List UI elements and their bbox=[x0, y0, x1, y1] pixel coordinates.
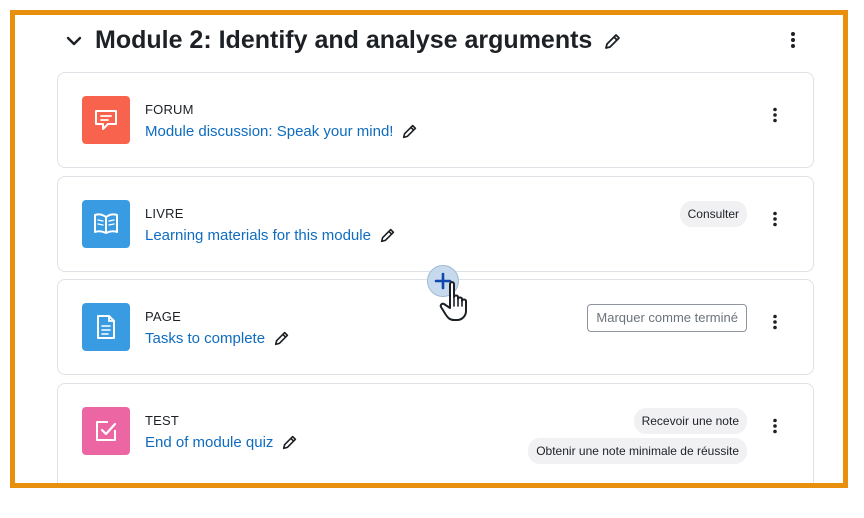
mark-as-done-button[interactable]: Marquer comme terminé bbox=[587, 304, 747, 332]
collapse-chevron-icon[interactable] bbox=[63, 30, 85, 52]
quiz-icon bbox=[82, 407, 130, 455]
activity-link[interactable]: Learning materials for this module bbox=[145, 226, 397, 244]
activity-name[interactable]: End of module quiz bbox=[145, 434, 273, 451]
section-header: Module 2: Identify and analyse arguments bbox=[15, 15, 843, 73]
activity-name[interactable]: Module discussion: Speak your mind! bbox=[145, 123, 393, 140]
edit-pencil-icon[interactable] bbox=[401, 122, 419, 140]
hand-pointer-cursor-icon bbox=[438, 280, 474, 322]
section-title: Module 2: Identify and analyse arguments bbox=[95, 26, 593, 54]
edit-pencil-icon[interactable] bbox=[281, 433, 299, 451]
edit-pencil-icon[interactable] bbox=[273, 329, 291, 347]
edit-title-pencil-icon[interactable] bbox=[603, 31, 623, 51]
activity-link[interactable]: End of module quiz bbox=[145, 433, 299, 451]
section-menu-kebab-icon[interactable] bbox=[785, 29, 801, 51]
activity-menu-kebab-icon[interactable] bbox=[767, 310, 783, 334]
completion-badge-receive-grade: Recevoir une note bbox=[633, 408, 747, 434]
screenshot-frame: Module 2: Identify and analyse arguments… bbox=[10, 10, 848, 488]
page-icon bbox=[82, 303, 130, 351]
completion-badge-view: Consulter bbox=[679, 201, 747, 227]
activity-type: LIVRE bbox=[145, 206, 184, 221]
activity-card-quiz: TEST End of module quiz Recevoir une not… bbox=[57, 383, 814, 483]
edit-pencil-icon[interactable] bbox=[379, 226, 397, 244]
activity-name[interactable]: Tasks to complete bbox=[145, 330, 265, 347]
activity-card-forum: FORUM Module discussion: Speak your mind… bbox=[57, 72, 814, 168]
activity-type: TEST bbox=[145, 413, 180, 428]
activity-menu-kebab-icon[interactable] bbox=[767, 207, 783, 231]
activity-card-book: LIVRE Learning materials for this module… bbox=[57, 176, 814, 272]
completion-badge-passing-grade: Obtenir une note minimale de réussite bbox=[528, 438, 747, 464]
book-icon bbox=[82, 200, 130, 248]
activity-type: PAGE bbox=[145, 309, 181, 324]
forum-icon bbox=[82, 96, 130, 144]
activity-link[interactable]: Module discussion: Speak your mind! bbox=[145, 122, 419, 140]
activity-name[interactable]: Learning materials for this module bbox=[145, 227, 371, 244]
activity-type: FORUM bbox=[145, 102, 194, 117]
activity-link[interactable]: Tasks to complete bbox=[145, 329, 291, 347]
activity-menu-kebab-icon[interactable] bbox=[767, 414, 783, 438]
activity-menu-kebab-icon[interactable] bbox=[767, 103, 783, 127]
